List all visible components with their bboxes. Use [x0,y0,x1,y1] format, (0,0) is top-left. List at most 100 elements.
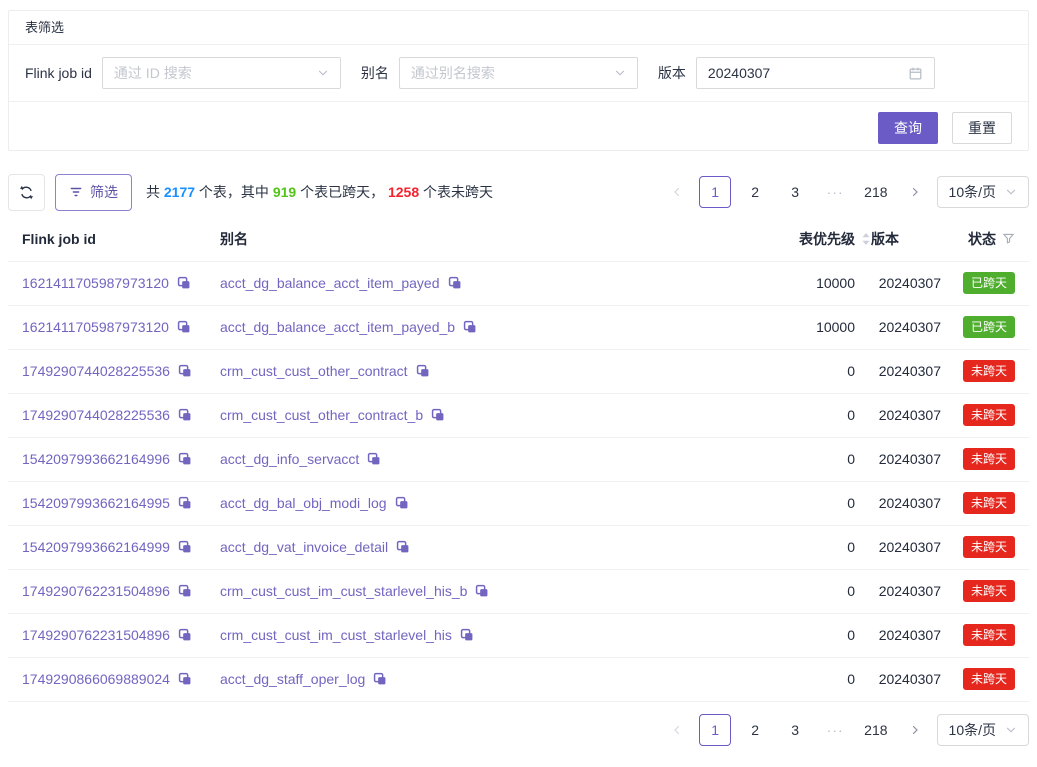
copy-icon[interactable] [448,276,462,290]
copy-icon[interactable] [373,672,387,686]
page-button-3[interactable]: 3 [779,176,811,208]
refresh-button[interactable] [8,174,45,211]
status-badge: 未跨天 [963,580,1015,602]
version-label: 版本 [658,63,686,83]
alias-select[interactable]: 通过别名搜索 [399,57,638,89]
summary-text: 共 2177 个表，其中 919 个表已跨天， 1258 个表未跨天 [146,182,493,202]
alias-link[interactable]: acct_dg_staff_oper_log [220,671,365,687]
priority-cell: 0 [751,569,871,613]
table-row: 1749290866069889024 acct_dg_staff_oper_l… [8,657,1029,701]
copy-icon[interactable] [460,628,474,642]
page-size-select[interactable]: 10条/页 [937,176,1029,208]
page-size-value: 10条/页 [949,720,996,740]
copy-icon[interactable] [367,452,381,466]
status-badge: 未跨天 [963,668,1015,690]
flink-job-id-link[interactable]: 1749290744028225536 [22,363,170,379]
alias-link[interactable]: acct_dg_info_servacct [220,451,359,467]
copy-icon[interactable] [178,496,192,510]
priority-cell: 0 [751,349,871,393]
flink-job-id-link[interactable]: 1542097993662164996 [22,451,170,467]
version-value: 20240307 [708,65,770,81]
jump-pages-ellipsis[interactable]: ··· [819,714,851,746]
alias-link[interactable]: acct_dg_balance_acct_item_payed [220,275,440,291]
alias-link[interactable]: acct_dg_bal_obj_modi_log [220,495,387,511]
filter-button[interactable]: 筛选 [55,174,132,211]
page-button-3[interactable]: 3 [779,714,811,746]
filter-actions: 查询 重置 [9,102,1028,150]
prev-page-button[interactable] [663,714,691,746]
page-size-select[interactable]: 10条/页 [937,714,1029,746]
flink-job-id-link[interactable]: 1749290866069889024 [22,671,170,687]
query-button[interactable]: 查询 [878,112,938,144]
col-header-alias: 别名 [204,217,751,261]
alias-link[interactable]: acct_dg_vat_invoice_detail [220,539,388,555]
flink-job-id-link[interactable]: 1621411705987973120 [22,275,169,291]
copy-icon[interactable] [475,584,489,598]
copy-icon[interactable] [178,364,192,378]
table-row: 1542097993662164995 acct_dg_bal_obj_modi… [8,481,1029,525]
col-header-status[interactable]: 状态 [945,217,1029,261]
flink-job-id-link[interactable]: 1621411705987973120 [22,319,169,335]
copy-icon[interactable] [396,540,410,554]
summary-part: 共 [146,184,164,200]
filter-funnel-icon[interactable] [1002,232,1015,245]
copy-icon[interactable] [416,364,430,378]
alias-link[interactable]: crm_cust_cust_im_cust_starlevel_his_b [220,583,467,599]
status-badge: 未跨天 [963,448,1015,470]
flink-job-id-link[interactable]: 1542097993662164995 [22,495,170,511]
pagination-bottom: 123···218 10条/页 [663,714,1029,746]
form-item-flink-id: Flink job id 通过 ID 搜索 [25,57,341,89]
copy-icon[interactable] [178,540,192,554]
copy-icon[interactable] [178,408,192,422]
alias-link[interactable]: crm_cust_cust_im_cust_starlevel_his [220,627,452,643]
filter-card-title: 表筛选 [9,11,1028,45]
copy-icon[interactable] [178,672,192,686]
copy-icon[interactable] [431,408,445,422]
filter-card: 表筛选 Flink job id 通过 ID 搜索 别名 通过别名搜索 [8,10,1029,151]
copy-icon[interactable] [395,496,409,510]
bottom-bar: 123···218 10条/页 [8,714,1029,746]
flink-job-id-link[interactable]: 1749290744028225536 [22,407,170,423]
next-page-button[interactable] [901,176,929,208]
flink-job-id-link[interactable]: 1749290762231504896 [22,627,170,643]
page-button-1[interactable]: 1 [699,714,731,746]
copy-icon[interactable] [178,584,192,598]
page-button-1[interactable]: 1 [699,176,731,208]
alias-link[interactable]: acct_dg_balance_acct_item_payed_b [220,319,455,335]
flink-job-id-link[interactable]: 1749290762231504896 [22,583,170,599]
table-row: 1621411705987973120 acct_dg_balance_acct… [8,261,1029,305]
table-header-row: Flink job id 别名 表优先级 版本 状态 [8,217,1029,261]
priority-cell: 10000 [751,261,871,305]
version-cell: 20240307 [871,261,945,305]
flink-job-id-link[interactable]: 1542097993662164999 [22,539,170,555]
calendar-icon [908,66,923,81]
status-badge: 未跨天 [963,492,1015,514]
form-item-version: 版本 20240307 [658,57,935,89]
page-button-218[interactable]: 218 [859,176,892,208]
copy-icon[interactable] [463,320,477,334]
version-cell: 20240307 [871,349,945,393]
copy-icon[interactable] [178,452,192,466]
page-button-2[interactable]: 2 [739,176,771,208]
chevron-down-icon [1005,724,1017,736]
reset-button[interactable]: 重置 [952,112,1012,144]
copy-icon[interactable] [177,320,191,334]
version-date-input[interactable]: 20240307 [696,57,935,89]
prev-page-button[interactable] [663,176,691,208]
alias-link[interactable]: crm_cust_cust_other_contract [220,363,408,379]
copy-icon[interactable] [177,276,191,290]
copy-icon[interactable] [178,628,192,642]
status-badge: 未跨天 [963,624,1015,646]
version-cell: 20240307 [871,393,945,437]
next-page-button[interactable] [901,714,929,746]
priority-cell: 0 [751,437,871,481]
alias-link[interactable]: crm_cust_cust_other_contract_b [220,407,423,423]
page-button-218[interactable]: 218 [859,714,892,746]
table-row: 1542097993662164996 acct_dg_info_servacc… [8,437,1029,481]
col-header-priority[interactable]: 表优先级 [751,217,871,261]
total-count: 2177 [164,184,195,200]
jump-pages-ellipsis[interactable]: ··· [819,176,851,208]
priority-cell: 0 [751,481,871,525]
page-button-2[interactable]: 2 [739,714,771,746]
flink-id-select[interactable]: 通过 ID 搜索 [102,57,341,89]
